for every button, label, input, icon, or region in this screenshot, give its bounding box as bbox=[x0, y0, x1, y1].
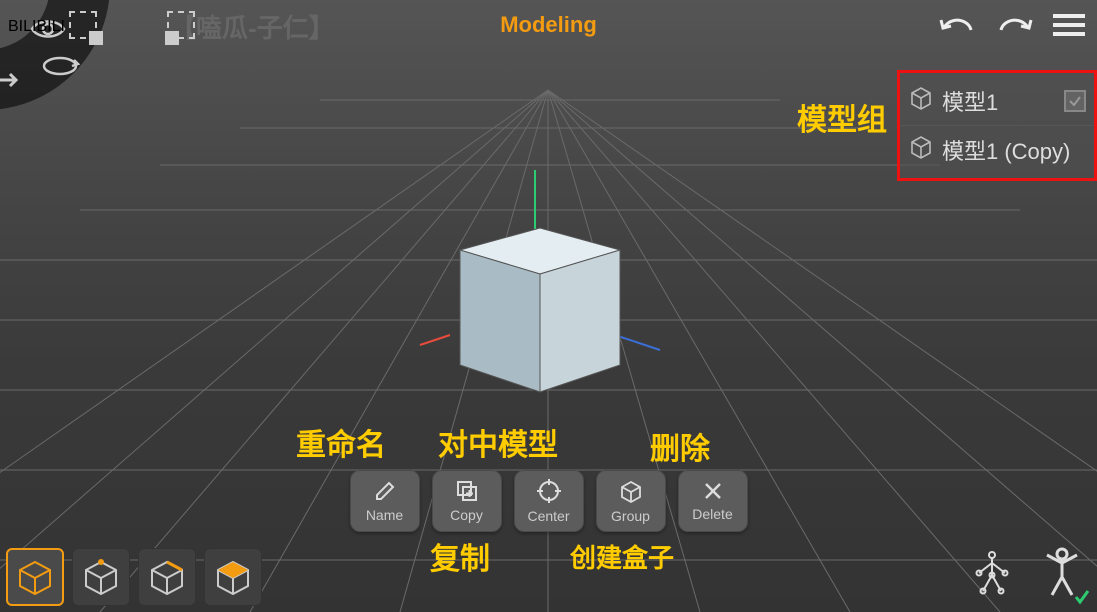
annotation-delete: 删除 bbox=[650, 424, 710, 468]
selection-mode-bar bbox=[6, 548, 262, 606]
center-button-label: Center bbox=[527, 508, 569, 524]
rotate-icon bbox=[38, 52, 82, 85]
cube-icon bbox=[908, 134, 934, 166]
undo-button[interactable] bbox=[937, 10, 979, 45]
watermark-logo: BILIBILI bbox=[8, 18, 65, 36]
model-row-2[interactable]: 模型1 (Copy) bbox=[900, 125, 1094, 174]
delete-button-label: Delete bbox=[692, 506, 732, 522]
redo-button[interactable] bbox=[993, 10, 1035, 45]
annotation-create-box: 创建盒子 bbox=[570, 538, 674, 575]
annotation-rename: 重命名 bbox=[296, 420, 386, 464]
model-row-2-label: 模型1 (Copy) bbox=[942, 134, 1070, 166]
group-button-label: Group bbox=[611, 508, 650, 524]
move-icon bbox=[0, 68, 20, 97]
select-vertex-mode[interactable] bbox=[72, 548, 130, 606]
scene-cube[interactable] bbox=[430, 180, 670, 420]
annotation-model-group: 模型组 bbox=[797, 95, 887, 139]
bottom-right-tools bbox=[965, 545, 1087, 604]
annotation-copy: 复制 bbox=[430, 534, 490, 578]
select-mode-b-button[interactable] bbox=[165, 9, 205, 49]
name-button-label: Name bbox=[366, 507, 403, 523]
top-bar: BILIBILI 【嗑瓜-子仁】 Modeling bbox=[0, 0, 1097, 54]
mode-title: Modeling bbox=[500, 12, 597, 38]
rig-icon[interactable] bbox=[965, 545, 1019, 604]
cube-icon bbox=[908, 85, 934, 117]
name-button[interactable]: Name bbox=[350, 470, 420, 532]
group-button[interactable]: Group bbox=[596, 470, 666, 532]
select-face-mode[interactable] bbox=[204, 548, 262, 606]
action-bar: Name Copy Center Group Delete bbox=[350, 470, 748, 532]
select-mode-a-button[interactable] bbox=[67, 9, 107, 49]
model-list-panel: 模型1 模型1 (Copy) bbox=[897, 70, 1097, 181]
annotation-center: 对中模型 bbox=[438, 420, 558, 464]
center-button[interactable]: Center bbox=[514, 470, 584, 532]
delete-button[interactable]: Delete bbox=[678, 470, 748, 532]
menu-button[interactable] bbox=[1049, 10, 1089, 45]
copy-button-label: Copy bbox=[450, 507, 483, 523]
pose-icon[interactable] bbox=[1037, 545, 1087, 604]
visibility-checkbox[interactable] bbox=[1064, 90, 1086, 112]
model-row-1-label: 模型1 bbox=[942, 85, 998, 117]
model-row-1[interactable]: 模型1 bbox=[900, 77, 1094, 125]
select-object-mode[interactable] bbox=[6, 548, 64, 606]
select-edge-mode[interactable] bbox=[138, 548, 196, 606]
copy-button[interactable]: Copy bbox=[432, 470, 502, 532]
